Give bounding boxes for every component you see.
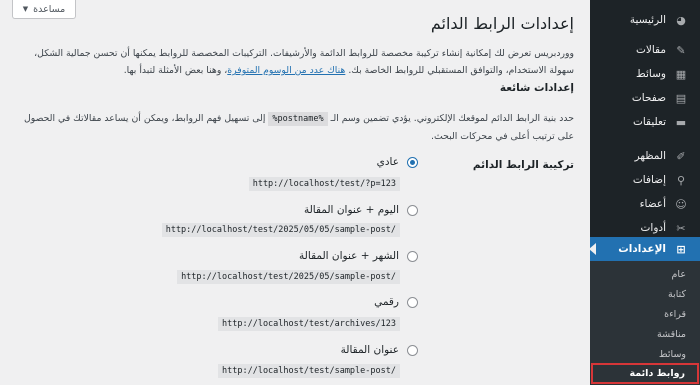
submenu-item-label: مناقشة (657, 328, 686, 340)
submenu-item-label: قراءة (664, 308, 686, 320)
sidebar-item-settings[interactable]: ⊞ الإعدادات (589, 237, 700, 261)
sample-url: http://localhost/test/sample-post/ (218, 364, 400, 378)
dashboard-icon: ◕ (676, 13, 686, 27)
radio-button[interactable] (407, 296, 418, 308)
sidebar-item-label: تعليقات (632, 116, 666, 128)
tools-icon: ✂ (676, 221, 686, 235)
sidebar-item-pages[interactable]: ▤ صفحات (590, 86, 700, 110)
common-settings-title: إعدادات شائعة (499, 82, 574, 94)
common-settings-description: حدد بنية الرابط الدائم لموقعك الإلكتروني… (9, 110, 574, 145)
available-tags-link[interactable]: هناك عدد من الوسوم المتوفرة (227, 65, 345, 76)
brush-icon: ✐ (676, 149, 686, 163)
sidebar-item-label: الإعدادات (618, 243, 666, 255)
intro-text-part: ، وهنا بعض الأمثلة لتبدأ بها. (123, 65, 228, 76)
option-label: اليوم + عنوان المقالة (303, 204, 399, 216)
submenu-item-reading[interactable]: قراءة (590, 304, 700, 324)
option-plain[interactable]: عادي (238, 156, 418, 168)
sidebar-item-media[interactable]: ▦ وسائط (590, 62, 700, 86)
caret-down-icon: ▼ (22, 5, 29, 13)
radio-button[interactable] (407, 344, 418, 356)
plugins-icon: ⚲ (676, 173, 686, 187)
submenu-item-discussion[interactable]: مناقشة (590, 324, 700, 344)
radio-button[interactable] (407, 250, 418, 262)
page-title: إعدادات الرابط الدائم (430, 14, 574, 33)
pin-icon: ✎ (676, 43, 686, 57)
sample-url: http://localhost/test/archives/123 (218, 317, 400, 331)
sidebar-item-label: صفحات (631, 92, 666, 104)
sidebar-item-dashboard[interactable]: ◕ الرئيسية (590, 8, 700, 32)
sample-url: http://localhost/test/?p=123 (248, 177, 400, 191)
option-label: الشهر + عنوان المقالة (299, 250, 399, 262)
intro-text: ووردبريس تعرض لك إمكانية إنشاء تركيبة مخ… (9, 45, 574, 79)
sidebar-item-comments[interactable]: ▬ تعليقات (590, 110, 700, 134)
comments-icon: ▬ (675, 115, 687, 129)
submenu-item-general[interactable]: عام (590, 264, 700, 284)
radio-button[interactable] (407, 156, 418, 168)
description-part: حدد بنية الرابط الدائم لموقعك الإلكتروني… (330, 113, 574, 124)
option-post-name[interactable]: عنوان المقالة (238, 344, 418, 356)
submenu-item-label: روابط دائمة (629, 368, 685, 379)
help-button[interactable]: مساعدة ▼ (12, 0, 76, 19)
sidebar-item-label: وسائط (636, 68, 666, 80)
option-day-and-name[interactable]: اليوم + عنوان المقالة (238, 204, 418, 216)
submenu-item-label: وسائط (658, 348, 686, 360)
settings-icon: ⊞ (676, 242, 686, 256)
sidebar-item-label: أعضاء (639, 198, 666, 210)
submenu-item-writing[interactable]: كتابة (590, 284, 700, 304)
postname-tag: %postname% (268, 112, 328, 126)
sidebar-item-label: الرئيسية (629, 14, 666, 26)
submenu-item-label: عام (671, 268, 686, 280)
option-label: عادي (376, 156, 399, 168)
users-icon: ☺ (675, 197, 687, 211)
pages-icon: ▤ (675, 91, 687, 105)
sidebar-item-label: المظهر (634, 150, 666, 162)
sidebar-item-appearance[interactable]: ✐ المظهر (590, 144, 700, 168)
sidebar-item-label: أدوات (640, 222, 666, 234)
option-label: عنوان المقالة (340, 344, 399, 356)
sidebar-item-plugins[interactable]: ⚲ إضافات (590, 168, 700, 192)
sidebar-item-label: مقالات (635, 44, 666, 56)
radio-button[interactable] (407, 204, 418, 216)
submenu-item-label: كتابة (667, 288, 686, 300)
sidebar-item-users[interactable]: ☺ أعضاء (590, 192, 700, 216)
option-label: رقمي (374, 296, 399, 308)
option-numeric[interactable]: رقمي (238, 296, 418, 308)
sample-url: http://localhost/test/2025/05/05/sample-… (161, 223, 400, 237)
submenu-item-permalinks[interactable]: روابط دائمة (591, 363, 699, 384)
admin-sidebar: ◕ الرئيسية ✎ مقالات ▦ وسائط ▤ صفحات ▬ تع… (589, 0, 700, 385)
permalink-structure-label: تركيبة الرابط الدائم (472, 159, 574, 171)
media-icon: ▦ (675, 67, 687, 81)
sidebar-item-posts[interactable]: ✎ مقالات (590, 38, 700, 62)
sample-url: http://localhost/test/2025/05/sample-pos… (177, 270, 400, 284)
submenu-item-media[interactable]: وسائط (590, 344, 700, 364)
option-month-and-name[interactable]: الشهر + عنوان المقالة (238, 250, 418, 262)
sidebar-item-label: إضافات (632, 174, 666, 186)
help-button-label: مساعدة (33, 3, 66, 15)
settings-submenu: عام كتابة قراءة مناقشة وسائط روابط دائمة (590, 261, 700, 385)
